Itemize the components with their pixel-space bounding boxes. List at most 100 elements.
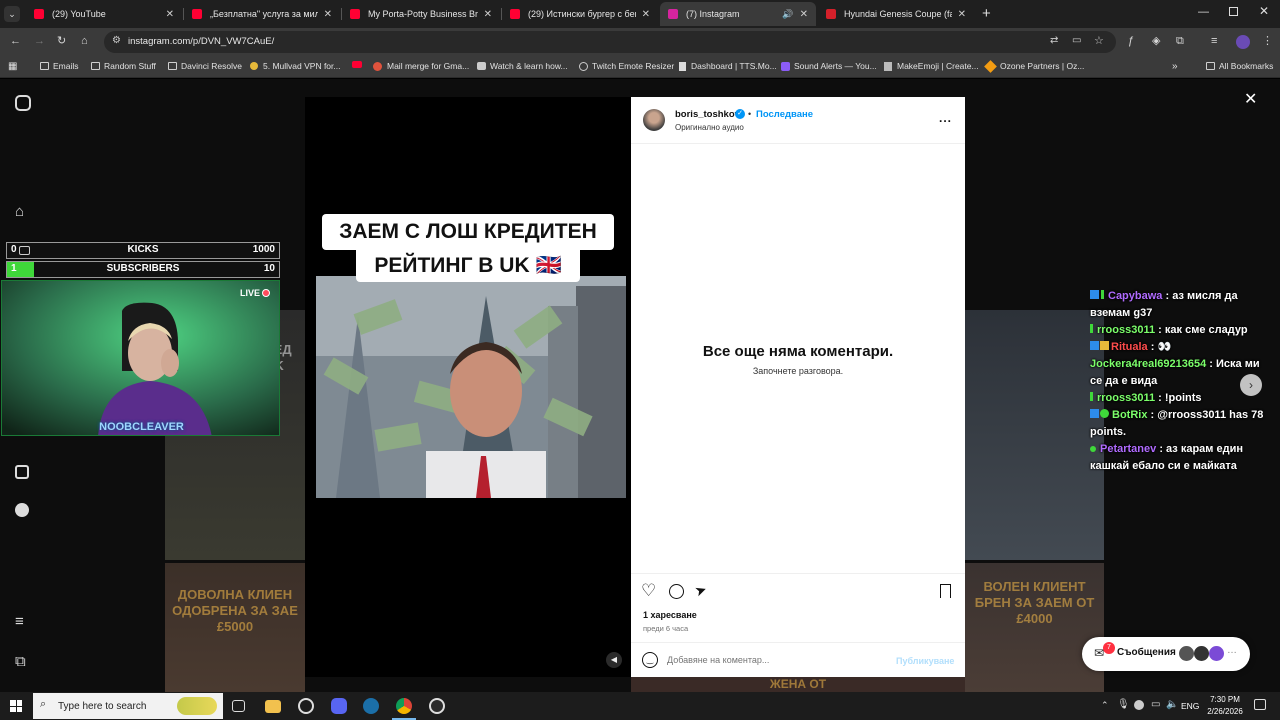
language-indicator[interactable]: ENG bbox=[1181, 701, 1199, 711]
close-icon[interactable]: ✕ bbox=[166, 9, 174, 20]
more-options-icon[interactable]: ... bbox=[939, 111, 952, 125]
mute-icon[interactable]: ◀ bbox=[606, 652, 622, 668]
forward-icon[interactable]: → bbox=[34, 34, 45, 48]
menu-kebab-icon[interactable]: ⋮ bbox=[1262, 34, 1273, 48]
translate-icon[interactable]: ⇄ bbox=[1050, 35, 1058, 46]
steam-icon[interactable] bbox=[363, 698, 379, 714]
address-bar[interactable]: ⚙ instagram.com/p/DVN_VW7CAuE/ ⇄ ▭ ☆ bbox=[104, 31, 1116, 53]
bookmark-emails[interactable]: Emails bbox=[40, 61, 79, 71]
bookmark-watch-learn[interactable]: Watch & learn how... bbox=[477, 61, 568, 71]
tray-app-icon[interactable] bbox=[1134, 700, 1144, 710]
close-icon[interactable]: ✕ bbox=[484, 9, 492, 20]
bookmark-makeemoji[interactable]: MakeEmoji | Create... bbox=[884, 61, 979, 71]
new-tab-button[interactable]: + bbox=[982, 5, 991, 22]
media-controls-icon[interactable]: ≡ bbox=[1211, 34, 1217, 48]
microphone-icon[interactable]: 🎙 bbox=[1117, 699, 1130, 710]
modal-close-icon[interactable]: ✕ bbox=[1244, 89, 1257, 109]
bookmark-mullvad[interactable]: 5. Mullvad VPN for... bbox=[250, 61, 340, 71]
extensions-icon[interactable]: ⧉ bbox=[1176, 34, 1184, 48]
background-reel-left-bottom[interactable]: ДОВОЛНА КЛИЕН ОДОБРЕНА ЗА ЗАЕ £5000 bbox=[165, 563, 305, 692]
tab-burger[interactable]: (29) Истински бургер с бекон... ✕ bbox=[502, 2, 658, 26]
back-icon[interactable]: ← bbox=[10, 34, 21, 48]
comment-input[interactable] bbox=[667, 652, 887, 668]
obs-icon[interactable] bbox=[429, 698, 445, 714]
reel-video-frame[interactable] bbox=[316, 276, 626, 498]
publish-button[interactable]: Публикуване bbox=[896, 656, 954, 666]
speaker-icon[interactable]: 🔊 bbox=[782, 9, 793, 20]
extension-shield-icon[interactable]: ◈ bbox=[1152, 34, 1160, 48]
tab-search-icon[interactable]: ⌄ bbox=[4, 6, 20, 22]
bookmark-ozone[interactable]: Ozone Partners | Oz... bbox=[984, 59, 1084, 73]
tray-overflow-icon[interactable]: ⌃ bbox=[1101, 700, 1109, 711]
share-icon[interactable]: ➤ bbox=[692, 581, 709, 601]
save-bookmark-icon[interactable] bbox=[940, 584, 951, 598]
window-close-icon[interactable]: ✕ bbox=[1259, 4, 1269, 18]
chrome-icon[interactable] bbox=[396, 698, 412, 714]
bookmarks-overflow-icon[interactable]: » bbox=[1172, 61, 1178, 72]
comment-icon[interactable] bbox=[669, 584, 684, 599]
bookmark-sound-alerts[interactable]: Sound Alerts — You... bbox=[781, 61, 877, 71]
minimize-icon[interactable]: — bbox=[1198, 6, 1209, 18]
bookmark-star-icon[interactable]: ☆ bbox=[1094, 34, 1104, 47]
author-avatar[interactable] bbox=[643, 109, 665, 131]
subscribers-goal-bar: 1 SUBSCRIBERS 10 bbox=[6, 261, 280, 278]
bookmark-tts[interactable]: Dashboard | TTS.Mo... bbox=[679, 61, 777, 71]
follow-button[interactable]: Последване bbox=[756, 109, 813, 120]
site-settings-icon[interactable]: ⚙ bbox=[112, 35, 121, 46]
tab-hyundai[interactable]: Hyundai Genesis Coupe (facelift... ✕ bbox=[818, 2, 974, 26]
close-icon[interactable]: ✕ bbox=[800, 9, 808, 20]
close-icon[interactable]: ✕ bbox=[324, 9, 332, 20]
post-time[interactable]: преди 6 часа bbox=[643, 624, 688, 633]
bookmark-all[interactable]: All Bookmarks bbox=[1206, 61, 1273, 71]
install-icon[interactable]: ▭ bbox=[1072, 35, 1081, 46]
like-heart-icon[interactable]: ♡ bbox=[641, 581, 656, 601]
clock-date[interactable]: 2/26/2026 bbox=[1200, 707, 1250, 716]
app-icon[interactable] bbox=[298, 698, 314, 714]
youtube-icon bbox=[350, 9, 360, 19]
likes-count[interactable]: 1 харесване bbox=[643, 610, 697, 620]
taskbar-search-box[interactable]: ⌕ Type here to search bbox=[33, 693, 223, 719]
home-icon[interactable]: ⌂ bbox=[81, 34, 88, 48]
bookmark-twitch-emote[interactable]: Twitch Emote Resizer bbox=[579, 61, 674, 71]
task-view-icon[interactable] bbox=[232, 700, 245, 712]
bookmark-youtube-red[interactable] bbox=[352, 61, 362, 68]
emoji-icon[interactable]: ‿ bbox=[642, 652, 658, 668]
close-icon[interactable]: ✕ bbox=[642, 9, 650, 20]
clock-time[interactable]: 7:30 PM bbox=[1200, 695, 1250, 704]
kicks-goal-bar: 0 KICKS 1000 bbox=[6, 242, 280, 259]
background-reel-bottom-center[interactable]: ЖЕНА ОТ bbox=[631, 677, 965, 692]
extension-f-icon[interactable]: ƒ bbox=[1128, 34, 1134, 48]
notifications-icon[interactable] bbox=[1254, 699, 1266, 710]
also-from-meta-icon[interactable]: ⧉ bbox=[15, 653, 26, 670]
bookmark-davinci[interactable]: Davinci Resolve bbox=[168, 61, 242, 71]
author-username[interactable]: boris_toshkov bbox=[675, 109, 740, 120]
restore-icon[interactable] bbox=[1229, 7, 1238, 16]
apps-grid-icon[interactable]: ▦ bbox=[8, 61, 17, 72]
profile-avatar[interactable] bbox=[1236, 35, 1250, 49]
tab-porta-potty[interactable]: My Porta-Potty Business Brings... ✕ bbox=[342, 2, 500, 26]
messages-button[interactable]: ✉ 7 Съобщения … bbox=[1082, 637, 1250, 671]
discord-icon[interactable] bbox=[331, 698, 347, 714]
tab-free-service[interactable]: „Безплатна" услуга за милион... ✕ bbox=[184, 2, 340, 26]
start-windows-icon[interactable] bbox=[10, 700, 22, 712]
folder-icon bbox=[168, 62, 177, 70]
tab-youtube[interactable]: (29) YouTube ✕ bbox=[26, 2, 182, 26]
background-reel-right-top[interactable] bbox=[965, 310, 1104, 560]
file-explorer-icon[interactable] bbox=[265, 700, 281, 713]
reload-icon[interactable]: ↻ bbox=[57, 34, 66, 48]
platform-badge-icon bbox=[1090, 341, 1099, 350]
instagram-logo-icon[interactable] bbox=[15, 95, 31, 111]
volume-icon[interactable]: 🔈 bbox=[1166, 699, 1178, 710]
close-icon[interactable]: ✕ bbox=[958, 9, 966, 20]
home-icon[interactable]: ⌂ bbox=[15, 203, 24, 220]
dashboard-icon[interactable] bbox=[15, 465, 29, 479]
bookmark-random-stuff[interactable]: Random Stuff bbox=[91, 61, 156, 71]
bookmark-mail-merge[interactable]: Mail merge for Gma... bbox=[373, 61, 469, 71]
avatar bbox=[1209, 646, 1224, 661]
audio-label[interactable]: Оригинално аудио bbox=[675, 123, 744, 132]
threads-icon[interactable] bbox=[15, 503, 29, 517]
background-reel-right-bottom[interactable]: ВОЛЕН КЛИЕНТ БРЕН ЗА ЗАЕМ ОТ £4000 bbox=[965, 563, 1104, 692]
menu-icon[interactable]: ≡ bbox=[15, 613, 24, 630]
network-icon[interactable]: ▭ bbox=[1151, 699, 1160, 710]
tab-instagram[interactable]: (7) Instagram 🔊 ✕ bbox=[660, 2, 816, 26]
